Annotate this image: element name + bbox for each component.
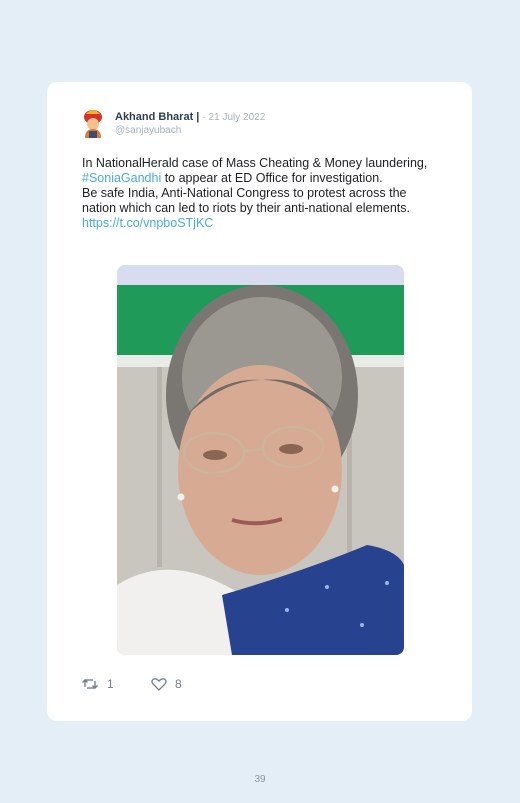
retweet-action[interactable]: 1 — [81, 677, 114, 691]
author-name[interactable]: Akhand Bharat | — [115, 111, 199, 123]
like-action[interactable]: 8 — [151, 677, 182, 691]
tweet-url-link[interactable]: https://t.co/vnpboSTjKC — [82, 216, 213, 230]
author-handle[interactable]: @sanjayubach — [115, 125, 181, 136]
tweet-text-1-end: to appear at ED Office for investigation… — [161, 171, 383, 185]
tweet-date: · 21 July 2022 — [202, 112, 266, 123]
tweet-body: In NationalHerald case of Mass Cheating … — [82, 156, 442, 231]
hashtag-link[interactable]: #SoniaGandhi — [82, 171, 161, 185]
tweet-text-1: In NationalHerald case of Mass Cheating … — [82, 156, 428, 170]
heart-icon — [151, 678, 167, 691]
tweet-photo[interactable] — [117, 265, 404, 655]
page-number: 39 — [254, 774, 266, 785]
tweet-author: Akhand Bharat | · 21 July 2022 — [115, 111, 265, 123]
retweet-icon — [82, 679, 98, 689]
tweet-card: Akhand Bharat | · 21 July 2022 @sanjayub… — [47, 82, 472, 721]
avatar-icon[interactable] — [80, 108, 106, 138]
tweet-paragraph-2: Be safe India, Anti-National Congress to… — [82, 186, 410, 215]
tweet-paragraph-1: In NationalHerald case of Mass Cheating … — [82, 156, 442, 186]
retweet-count: 1 — [107, 677, 114, 691]
like-count: 8 — [175, 677, 182, 691]
